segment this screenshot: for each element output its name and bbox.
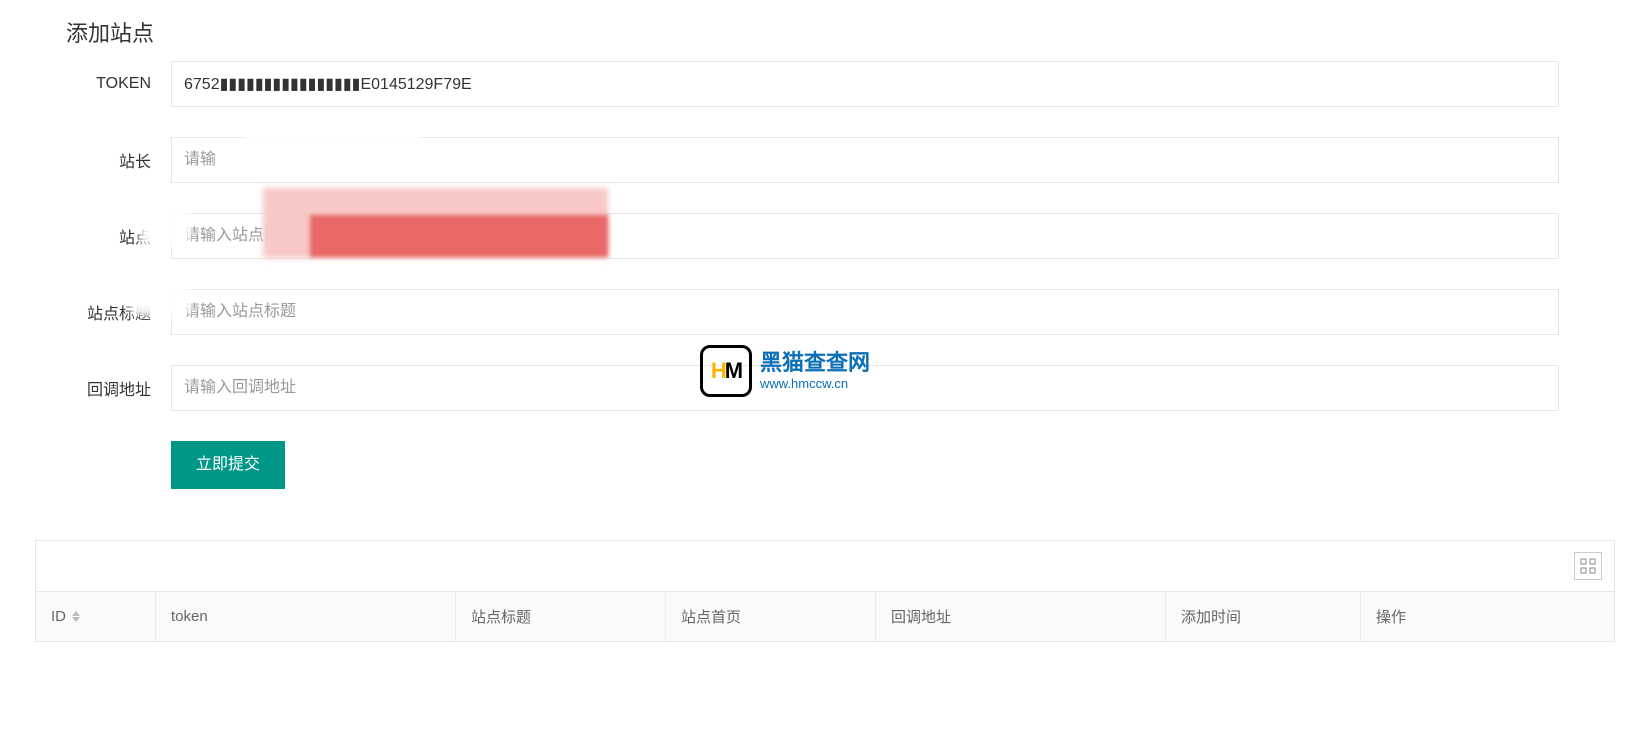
col-action-label: 操作 xyxy=(1376,606,1406,627)
form-legend: 添加站点 xyxy=(56,16,164,48)
homepage-input[interactable] xyxy=(171,213,1559,259)
homepage-label: 站点 xyxy=(51,224,171,248)
token-label: TOKEN xyxy=(51,75,171,93)
table-toolbar xyxy=(36,541,1614,591)
col-time-label: 添加时间 xyxy=(1181,606,1241,627)
add-site-form: 添加站点 TOKEN 站长 站点 站点标题 回调地址 xyxy=(35,30,1615,490)
field-row-title: 站点标题 xyxy=(36,289,1614,335)
field-row-owner: 站长 xyxy=(36,137,1614,183)
watermark: HM 黑猫查查网 www.hmccw.cn xyxy=(700,345,870,397)
field-row-token: TOKEN xyxy=(36,61,1614,107)
submit-button[interactable]: 立即提交 xyxy=(171,441,285,489)
col-id[interactable]: ID xyxy=(36,592,156,641)
callback-label: 回调地址 xyxy=(51,376,171,400)
title-label: 站点标题 xyxy=(51,300,171,324)
col-title-label: 站点标题 xyxy=(471,606,531,627)
column-config-icon[interactable] xyxy=(1574,552,1602,580)
col-token-label: token xyxy=(171,608,208,625)
col-title[interactable]: 站点标题 xyxy=(456,592,666,641)
field-row-homepage: 站点 xyxy=(36,213,1614,259)
watermark-title: 黑猫查查网 xyxy=(760,350,870,376)
col-add-time[interactable]: 添加时间 xyxy=(1166,592,1361,641)
owner-input[interactable] xyxy=(171,137,1559,183)
owner-label: 站长 xyxy=(51,148,171,172)
col-action[interactable]: 操作 xyxy=(1361,592,1614,641)
site-table: ID token 站点标题 站点首页 回调地址 添加时间 操作 xyxy=(35,540,1615,642)
col-token[interactable]: token xyxy=(156,592,456,641)
sort-icon[interactable] xyxy=(72,611,80,622)
token-input[interactable] xyxy=(171,61,1559,107)
col-homepage-label: 站点首页 xyxy=(681,606,741,627)
title-input[interactable] xyxy=(171,289,1559,335)
col-callback[interactable]: 回调地址 xyxy=(876,592,1166,641)
col-callback-label: 回调地址 xyxy=(891,606,951,627)
watermark-url: www.hmccw.cn xyxy=(760,376,870,392)
col-id-label: ID xyxy=(51,608,66,625)
table-header-row: ID token 站点标题 站点首页 回调地址 添加时间 操作 xyxy=(36,591,1614,641)
col-homepage[interactable]: 站点首页 xyxy=(666,592,876,641)
watermark-logo-icon: HM xyxy=(700,345,752,397)
